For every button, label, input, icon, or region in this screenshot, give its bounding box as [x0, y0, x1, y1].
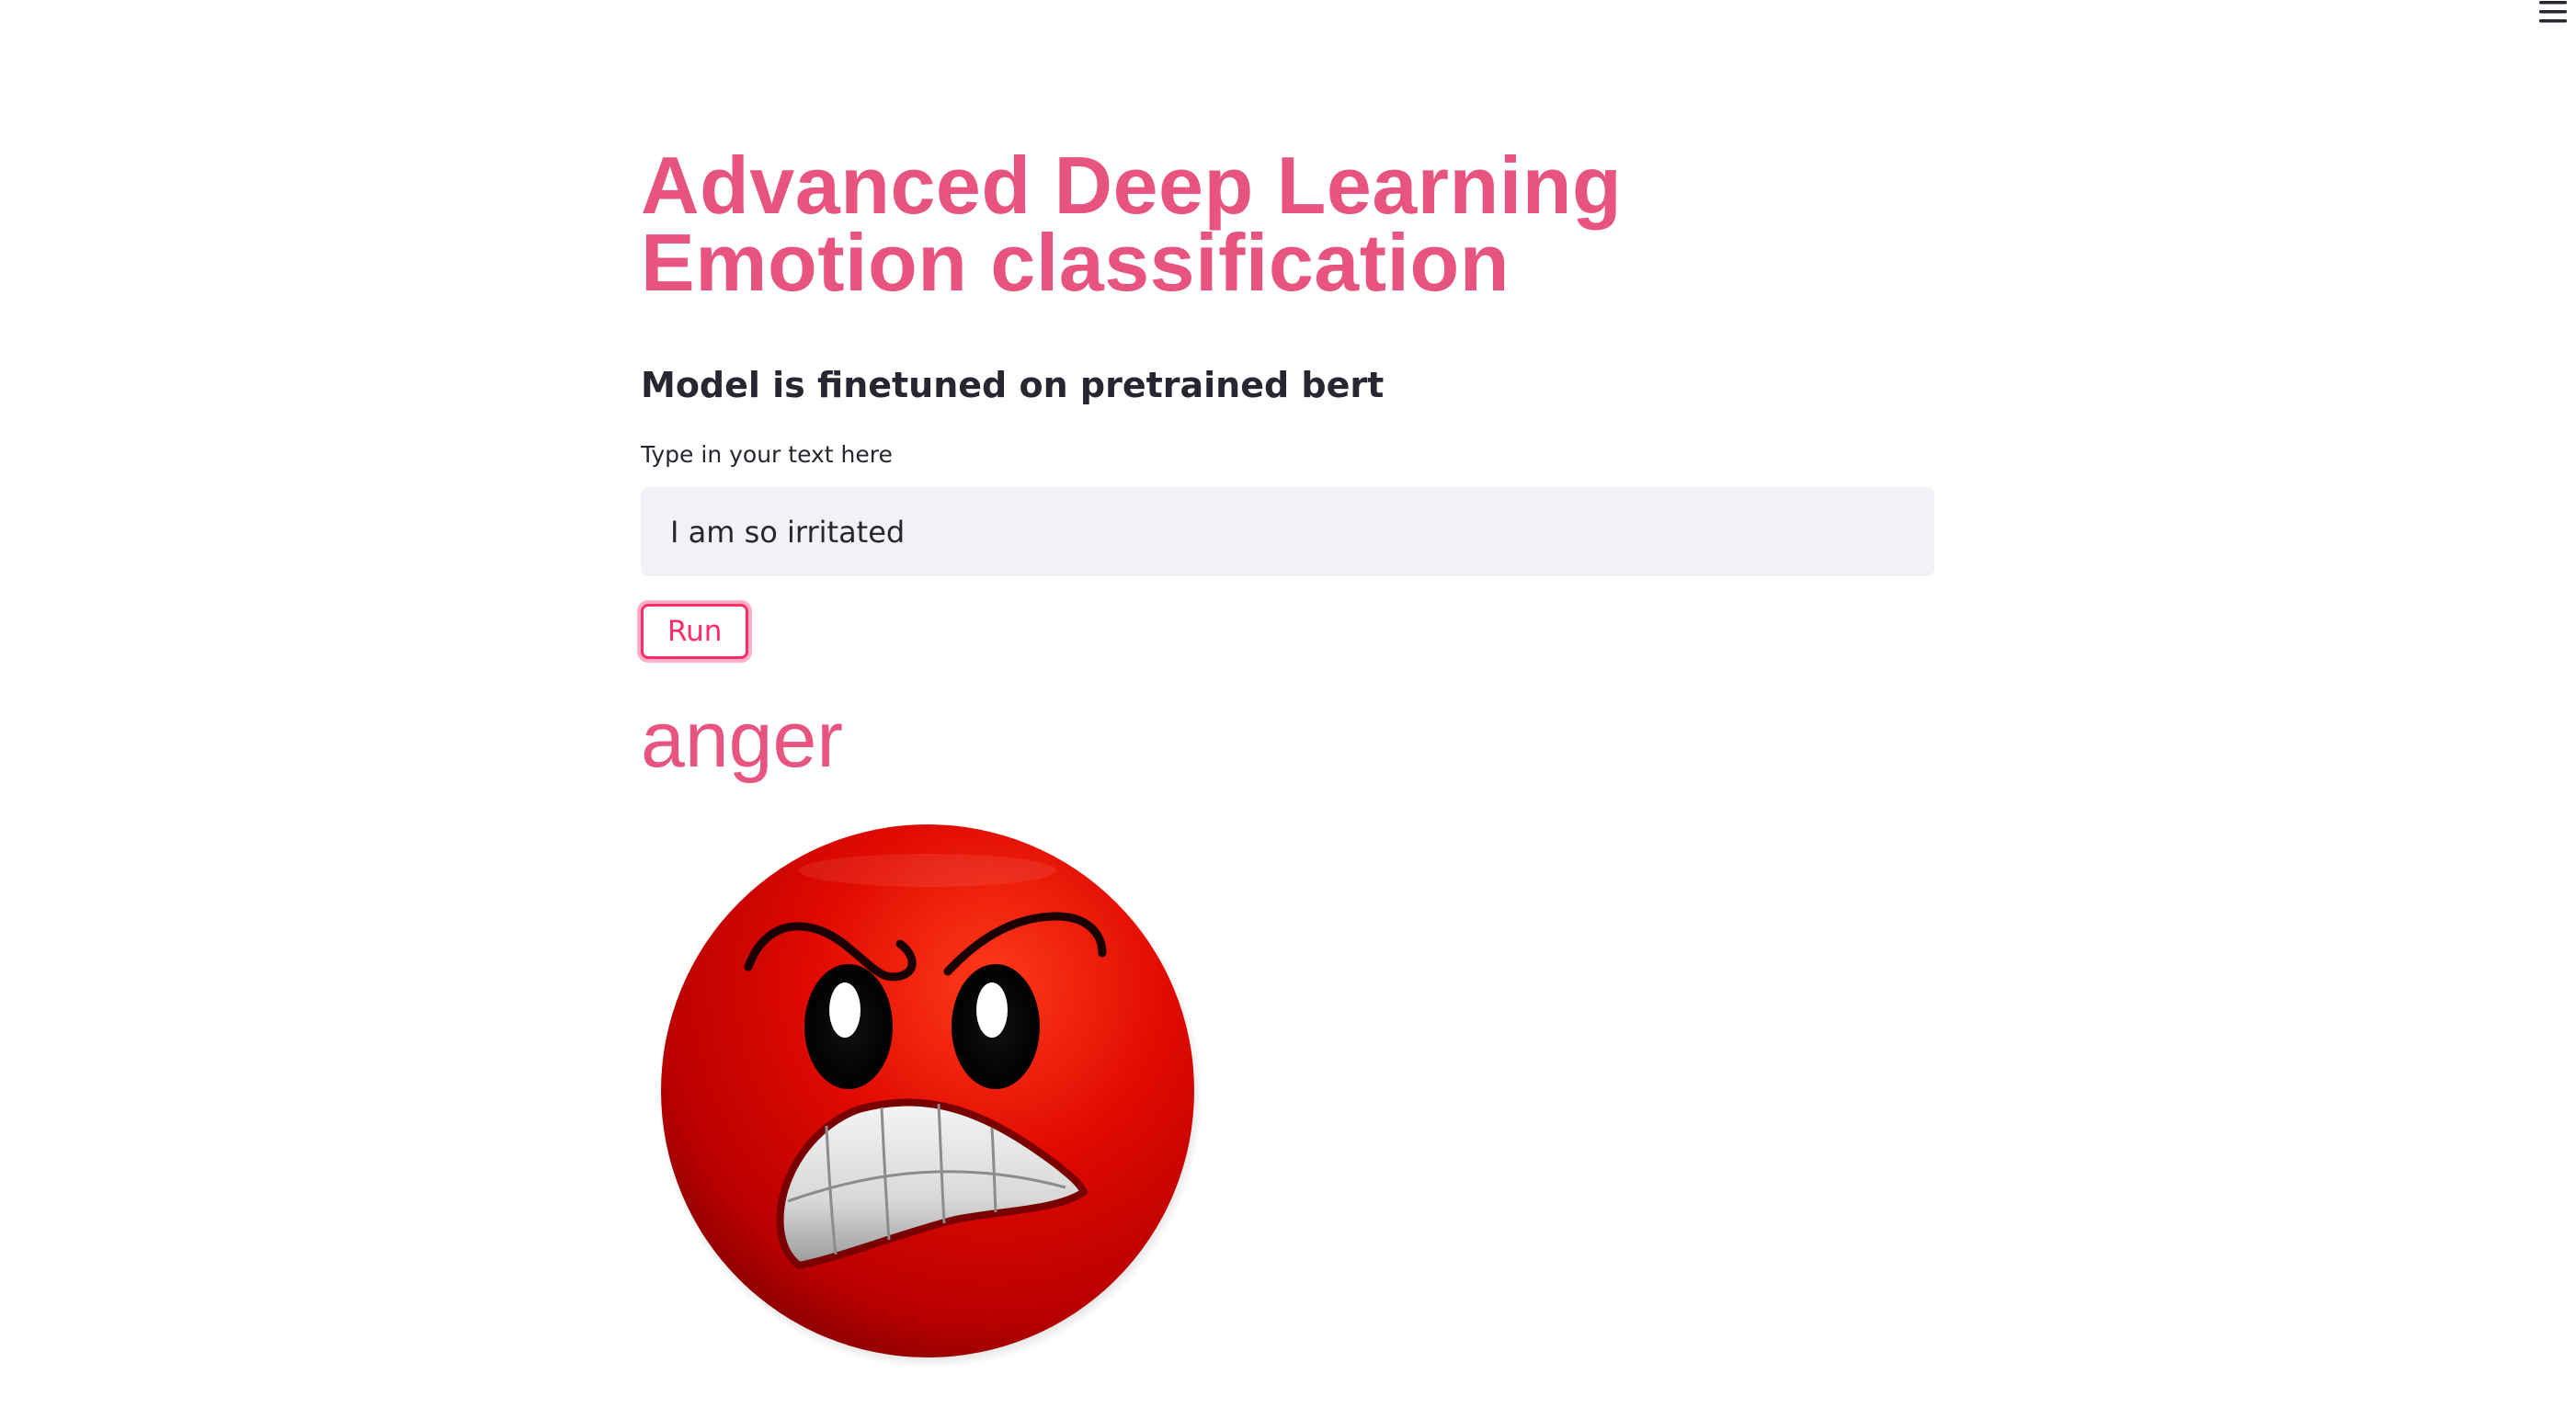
- main-content: Advanced Deep Learning Emotion classific…: [641, 140, 1935, 1367]
- hamburger-menu-button[interactable]: [2536, 0, 2572, 24]
- angry-face-emoji-image: [652, 815, 1203, 1367]
- text-input-label: Type in your text here: [641, 441, 893, 468]
- model-subtitle: Model is finetuned on pretrained bert: [641, 365, 1385, 405]
- angry-face-emoji-icon: [658, 824, 1203, 1367]
- page-title: Advanced Deep Learning Emotion classific…: [641, 140, 1623, 308]
- run-button[interactable]: Run: [641, 604, 749, 659]
- text-input[interactable]: [641, 487, 1934, 576]
- hamburger-menu-icon: [2539, 1, 2567, 23]
- prediction-label: anger: [641, 696, 843, 784]
